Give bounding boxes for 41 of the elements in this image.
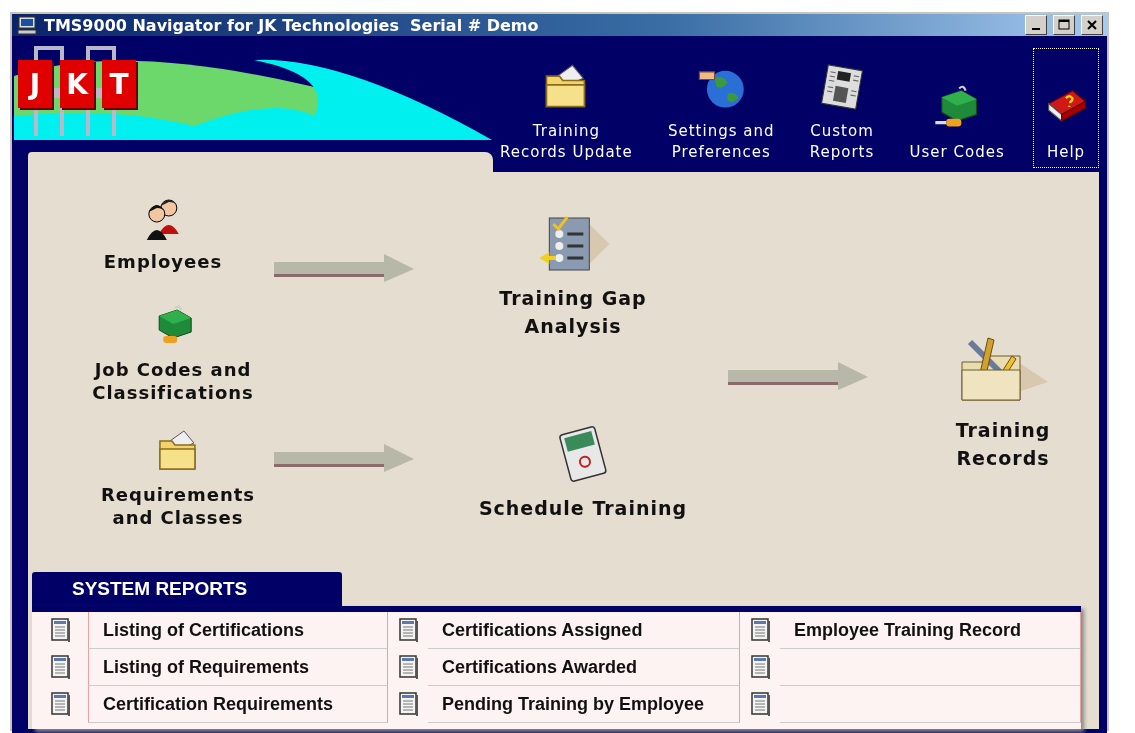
- toolbar-button[interactable]: User Codes: [902, 48, 1012, 168]
- workflow-link[interactable]: Schedule Training: [478, 494, 688, 522]
- report-icon[interactable]: [398, 655, 418, 679]
- report-icon[interactable]: [750, 655, 770, 679]
- report-link[interactable]: Listing of Requirements: [103, 656, 309, 678]
- report-icon[interactable]: [50, 655, 70, 679]
- maximize-icon: [1058, 19, 1070, 31]
- report-icon[interactable]: [50, 692, 70, 716]
- window-title: TMS9000 Navigator for JK Technologies Serial # Demo: [44, 15, 540, 35]
- minimize-icon: [1032, 28, 1040, 30]
- workflow-link[interactable]: Job Codes and Classifications: [92, 358, 254, 404]
- report-icon[interactable]: [750, 692, 770, 716]
- report-link[interactable]: Employee Training Record: [794, 619, 1022, 641]
- report-icon[interactable]: [50, 618, 70, 642]
- report-link[interactable]: Listing of Certifications: [103, 619, 304, 641]
- workflow-link[interactable]: Requirements and Classes: [100, 483, 256, 529]
- report-link[interactable]: Certification Requirements: [103, 693, 334, 715]
- minimize-button[interactable]: [1025, 15, 1047, 35]
- report-icon[interactable]: [398, 618, 418, 642]
- report-link[interactable]: Certifications Awarded: [442, 656, 638, 678]
- workflow-link[interactable]: Training Records: [955, 416, 1051, 472]
- toolbar-button[interactable]: Settings and Preferences: [661, 48, 782, 168]
- report-link[interactable]: Pending Training by Employee: [442, 693, 705, 715]
- arrow-icon: [274, 254, 414, 282]
- maximize-button[interactable]: [1053, 15, 1075, 35]
- close-button[interactable]: [1081, 15, 1103, 35]
- report-link[interactable]: Certifications Assigned: [442, 619, 643, 641]
- close-icon: [1086, 19, 1098, 31]
- arrow-icon: [728, 362, 868, 390]
- toolbar-button[interactable]: Training Records Update: [493, 48, 640, 168]
- report-icon[interactable]: [750, 618, 770, 642]
- toolbar-button[interactable]: Help: [1033, 48, 1099, 168]
- arrow-icon: [274, 444, 414, 472]
- computer-icon: [16, 14, 38, 36]
- logo-letter: T: [102, 60, 136, 108]
- workflow-link[interactable]: Training Gap Analysis: [499, 284, 647, 340]
- workflow-link[interactable]: Employees: [103, 250, 223, 273]
- logo-letter: K: [60, 60, 94, 108]
- logo-letter: J: [18, 60, 52, 108]
- report-icon[interactable]: [398, 692, 418, 716]
- toolbar-button[interactable]: Custom Reports: [802, 48, 882, 168]
